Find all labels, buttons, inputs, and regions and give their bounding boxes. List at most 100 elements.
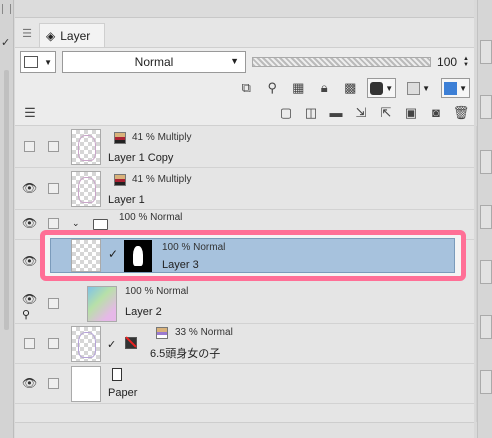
mask-dropdown[interactable]: ▼ <box>367 78 397 98</box>
layer-row[interactable]: 👁︎ Paper <box>15 364 474 404</box>
chevron-down-icon: ▼ <box>422 83 431 93</box>
eye-icon[interactable]: 👁︎ <box>22 216 37 230</box>
clip-to-layer-below-icon[interactable]: ⧉ <box>237 79 255 97</box>
selected-layer[interactable]: ✓ 100 % Normal Layer 3 <box>50 238 455 273</box>
eye-icon[interactable]: 👁︎ <box>22 376 37 390</box>
layer-row[interactable]: 👁︎ 41 % Multiply Layer 1 <box>15 168 474 210</box>
left-scrollbar[interactable] <box>4 70 9 330</box>
dock-button[interactable] <box>480 205 492 229</box>
opacity-slider[interactable] <box>252 57 432 67</box>
edit-target-toggle[interactable] <box>48 183 59 194</box>
panel-grip[interactable] <box>15 0 474 18</box>
trash-icon[interactable]: 🗑︎ <box>452 104 470 122</box>
mask-icon <box>370 81 384 95</box>
chevron-down-icon: ▼ <box>385 83 394 93</box>
apply-mask-icon[interactable]: ▣ <box>402 104 420 122</box>
edit-target-toggle[interactable] <box>48 141 59 152</box>
reference-icon: ⚲ <box>22 309 31 321</box>
edit-target-toggle[interactable] <box>48 378 59 389</box>
layer-name[interactable]: 6.5頭身女の子 <box>150 345 220 361</box>
opacity-stepper[interactable]: ▲ ▼ <box>463 56 469 68</box>
eye-icon[interactable]: 👁︎ <box>22 181 37 195</box>
folder-icon <box>93 219 108 230</box>
chevron-down-icon: ▼ <box>44 57 52 67</box>
layer-color-icon <box>444 81 458 95</box>
checkmark-icon[interactable]: ✓ <box>108 247 118 261</box>
mask-off-icon[interactable] <box>125 336 137 349</box>
blend-mode-icon <box>114 174 126 186</box>
layer-name[interactable]: Layer 3 <box>162 259 199 271</box>
grip-icon[interactable] <box>2 4 11 14</box>
layer-name[interactable]: Paper <box>108 387 137 399</box>
draft-layer-icon[interactable]: ▦ <box>289 79 307 97</box>
chevron-down-icon[interactable]: ⌄ <box>72 218 80 229</box>
layer-color-dropdown[interactable]: ▼ <box>441 78 470 98</box>
reference-layer-icon[interactable]: ⚲ <box>263 79 281 97</box>
panel-bottom-bar <box>15 422 474 438</box>
visibility-toggle[interactable] <box>24 141 35 152</box>
visibility-toggle[interactable] <box>24 338 35 349</box>
color-swatch-icon <box>24 56 38 68</box>
checkmark-icon: ✓ <box>1 37 11 49</box>
dock-button[interactable] <box>480 260 492 284</box>
blend-mode-dropdown[interactable]: Normal ▼ <box>62 51 246 73</box>
edit-target-toggle[interactable] <box>48 298 59 309</box>
opacity-value[interactable]: 100 <box>437 55 457 69</box>
right-dock-strip <box>477 0 492 438</box>
layer-row[interactable]: 👁︎ ⚲ 100 % Normal Layer 2 <box>15 284 474 324</box>
layer-mode: 100 % Normal <box>125 286 189 297</box>
layer-list-icon[interactable]: ☰ <box>21 104 39 122</box>
dock-button[interactable] <box>480 150 492 174</box>
blend-mode-icon <box>156 327 168 339</box>
tab-bar: ☰ ◈ Layer <box>15 18 474 48</box>
tab-layer[interactable]: ◈ Layer <box>39 23 106 47</box>
edit-target-toggle[interactable] <box>48 218 59 229</box>
layer-mode: 33 % Normal <box>175 327 233 338</box>
layers-icon: ◈ <box>46 28 56 43</box>
ruler-dropdown[interactable]: ▼ <box>404 78 433 98</box>
checkmark-icon[interactable]: ✓ <box>107 338 116 351</box>
layer-mode: 41 % Multiply <box>132 174 192 185</box>
layer-property-row: ⧉ ⚲ ▦ 🔒︎ ▩ ▼ ▼ ▼ <box>15 76 474 100</box>
new-vector-layer-icon[interactable]: ◫ <box>302 104 320 122</box>
layer-row[interactable]: ✓ 33 % Normal 6.5頭身女の子 <box>15 324 474 364</box>
layer-mode: 100 % Normal <box>162 242 226 253</box>
layer-action-row: ☰ ▢ ◫ ▬ ⇲ ⇱ ▣ ◙ 🗑︎ <box>15 100 474 126</box>
mask-thumbnail[interactable] <box>124 240 152 272</box>
chevron-down-icon: ▼ <box>459 83 467 93</box>
dock-button[interactable] <box>480 315 492 339</box>
chevron-down-icon: ▼ <box>230 56 239 66</box>
layer-thumbnail <box>71 129 101 165</box>
create-mask-icon[interactable]: ◙ <box>427 104 445 122</box>
selected-layer-highlight[interactable]: ✓ 100 % Normal Layer 3 <box>40 230 466 281</box>
transfer-to-lower-layer-icon[interactable]: ⇲ <box>352 104 370 122</box>
expression-color-dropdown[interactable]: ▼ <box>20 51 56 73</box>
dock-button[interactable] <box>480 95 492 119</box>
menu-lines-icon[interactable]: ☰ <box>15 27 39 47</box>
ruler-icon <box>407 81 421 95</box>
layer-panel: ☰ ◈ Layer ▼ Normal ▼ 100 ▲ ▼ ⧉ ⚲ ▦ 🔒︎ ▩ ▼… <box>15 0 489 438</box>
left-dock-strip: ✓ <box>0 0 14 438</box>
layer-thumbnail <box>71 366 101 402</box>
eye-icon[interactable]: 👁︎ <box>22 292 37 306</box>
eye-icon[interactable]: 👁︎ <box>22 254 37 268</box>
layer-thumbnail <box>71 239 101 272</box>
layer-thumbnail <box>71 171 101 207</box>
paper-icon <box>112 368 122 381</box>
lock-transparency-icon[interactable]: ▩ <box>341 79 359 97</box>
layer-thumbnail <box>71 326 101 362</box>
new-raster-layer-icon[interactable]: ▢ <box>277 104 295 122</box>
layer-name[interactable]: Layer 2 <box>125 306 162 318</box>
edit-target-toggle[interactable] <box>48 338 59 349</box>
blend-mode-icon <box>114 132 126 144</box>
layer-name[interactable]: Layer 1 Copy <box>108 152 173 164</box>
lock-icon[interactable]: 🔒︎ <box>315 79 333 97</box>
dock-button[interactable] <box>480 40 492 64</box>
new-folder-icon[interactable]: ▬ <box>327 104 345 122</box>
dock-button[interactable] <box>480 370 492 394</box>
tab-label: Layer <box>60 28 91 43</box>
merge-with-layer-below-icon[interactable]: ⇱ <box>377 104 395 122</box>
layer-thumbnail <box>87 286 117 322</box>
layer-row[interactable]: 41 % Multiply Layer 1 Copy <box>15 126 474 168</box>
layer-name[interactable]: Layer 1 <box>108 194 145 206</box>
